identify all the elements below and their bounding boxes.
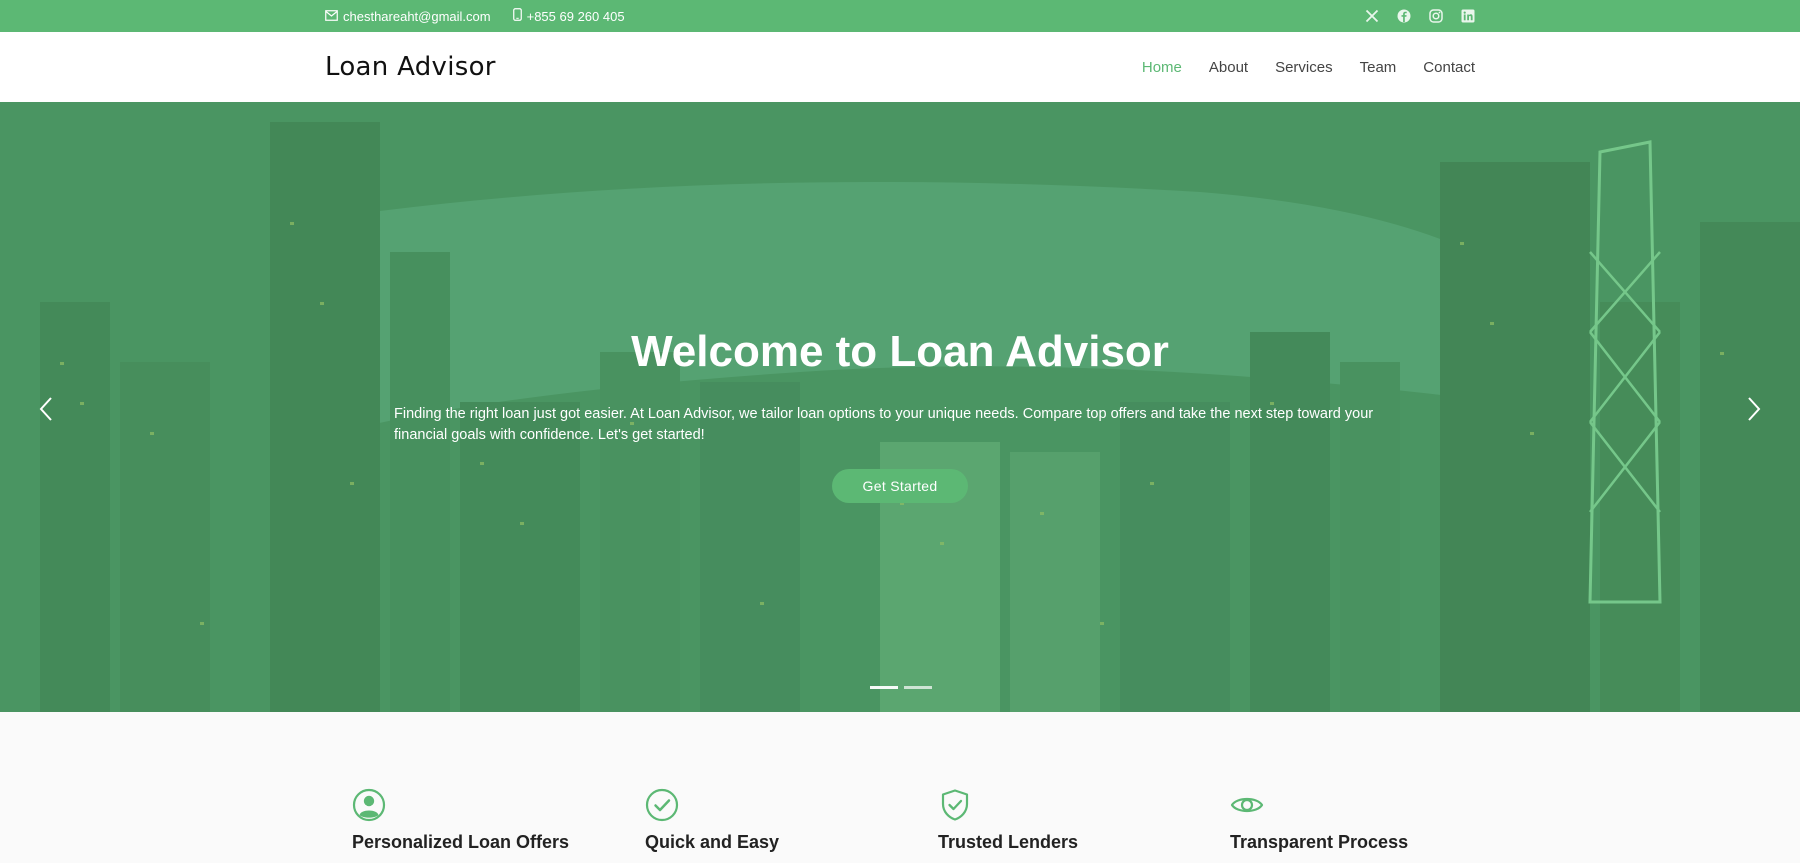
linkedin-icon[interactable] <box>1461 9 1475 23</box>
main-nav: Home About Services Team Contact <box>1142 59 1475 76</box>
carousel-next-button[interactable] <box>1744 395 1764 423</box>
top-bar: chesthareaht@gmail.com +855 69 260 405 <box>0 0 1800 32</box>
eye-icon <box>1230 797 1264 813</box>
carousel-indicator-2[interactable] <box>904 686 932 689</box>
chevron-left-icon <box>39 397 52 421</box>
x-icon[interactable] <box>1365 9 1379 23</box>
nav-about[interactable]: About <box>1209 59 1248 76</box>
feature-title: Personalized Loan Offers <box>352 832 570 852</box>
feature-trusted-lenders: Trusted Lenders <box>938 788 1198 853</box>
features-section: Personalized Loan Offers Quick and Easy … <box>0 712 1800 863</box>
feature-title: Trusted Lenders <box>938 832 1079 852</box>
site-header: Loan Advisor Home About Services Team Co… <box>0 32 1800 103</box>
phone-text: +855 69 260 405 <box>526 8 625 24</box>
phone-icon <box>512 8 522 24</box>
carousel-indicators <box>870 686 932 689</box>
feature-quick-easy: Quick and Easy <box>645 788 905 853</box>
nav-contact[interactable]: Contact <box>1423 59 1475 76</box>
hero-description: Finding the right loan just got easier. … <box>394 406 1374 443</box>
feature-title: Transparent Process <box>1230 832 1409 852</box>
nav-home[interactable]: Home <box>1142 59 1182 76</box>
nav-team[interactable]: Team <box>1360 59 1397 76</box>
feature-title: Quick and Easy <box>645 832 780 852</box>
facebook-icon[interactable] <box>1397 9 1411 23</box>
email-text: chesthareaht@gmail.com <box>343 8 491 24</box>
logo[interactable]: Loan Advisor <box>325 52 496 82</box>
instagram-icon[interactable] <box>1429 9 1443 23</box>
shield-check-icon <box>941 789 969 821</box>
get-started-button[interactable]: Get Started <box>832 469 968 503</box>
email-link[interactable]: chesthareaht@gmail.com <box>325 9 491 24</box>
nav-services[interactable]: Services <box>1275 59 1333 76</box>
feature-transparent-process: Transparent Process <box>1230 788 1490 853</box>
chevron-right-icon <box>1748 397 1761 421</box>
hero-carousel: Welcome to Loan Advisor Finding the righ… <box>0 102 1800 712</box>
feature-personalized: Personalized Loan Offers <box>352 788 612 853</box>
phone-link[interactable]: +855 69 260 405 <box>512 8 625 24</box>
check-circle-icon <box>645 788 679 822</box>
social-links <box>1365 9 1475 23</box>
user-circle-icon <box>352 788 386 822</box>
carousel-prev-button[interactable] <box>36 395 56 423</box>
carousel-indicator-1[interactable] <box>870 686 898 689</box>
hero-title: Welcome to Loan Advisor <box>631 327 1169 376</box>
contact-info: chesthareaht@gmail.com +855 69 260 405 <box>325 8 625 24</box>
envelope-icon <box>325 9 338 24</box>
